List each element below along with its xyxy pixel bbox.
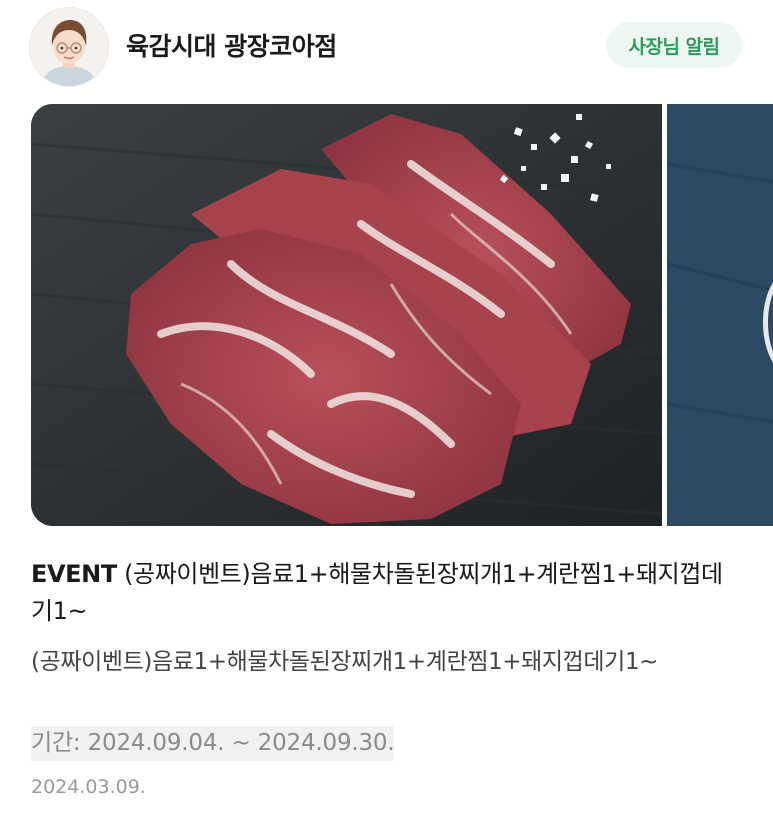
carousel-image-meat[interactable] <box>31 104 662 526</box>
avatar[interactable] <box>29 7 109 87</box>
post-date: 2024.03.09. <box>31 776 146 798</box>
carousel-image-next[interactable] <box>667 104 773 526</box>
meat-photo <box>31 104 662 526</box>
owner-notice-badge[interactable]: 사장님 알림 <box>606 22 742 68</box>
next-photo <box>667 104 773 526</box>
post-description: (공짜이벤트)음료1+해물차돌된장찌개1+계란찜1+돼지껍데기1~ <box>31 649 659 675</box>
post-title-text: (공짜이벤트)음료1+해물차돌된장찌개1+계란찜1+돼지껍데기1~ <box>31 560 723 625</box>
store-name[interactable]: 육감시대 광장코아점 <box>126 27 337 63</box>
post-title[interactable]: EVENT (공짜이벤트)음료1+해물차돌된장찌개1+계란찜1+돼지껍데기1~ <box>31 556 743 630</box>
avatar-illustration <box>30 8 108 86</box>
event-period: 기간: 2024.09.04. ~ 2024.09.30. <box>31 726 395 761</box>
image-carousel[interactable] <box>0 104 773 526</box>
event-tag: EVENT <box>31 560 117 588</box>
header: 육감시대 광장코아점 사장님 알림 <box>0 0 773 96</box>
